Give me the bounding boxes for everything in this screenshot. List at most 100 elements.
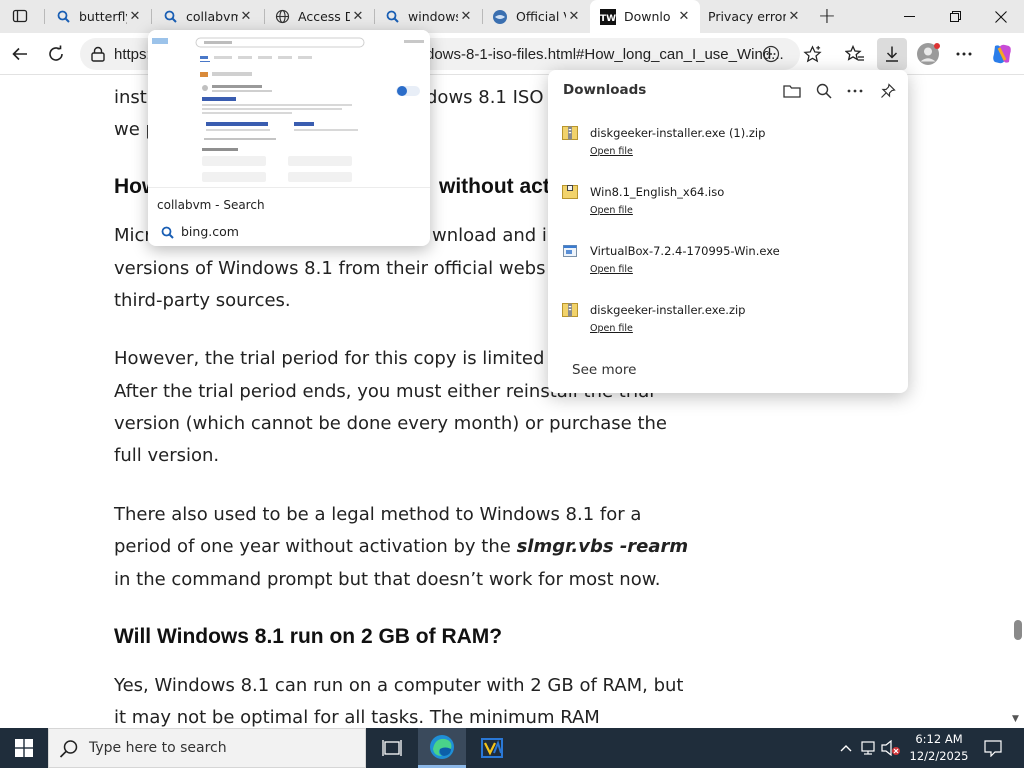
download-item[interactable]: diskgeeker-installer.exe.zip Open file [548,299,908,354]
download-item[interactable]: VirtualBox-7.2.4-170995-Win.exe Open fil… [548,240,908,295]
tab-title: Privacy error [708,9,786,24]
search-icon [59,739,79,759]
tab-title: Downlo [624,9,671,24]
search-downloads-icon[interactable] [813,80,835,102]
open-file-link[interactable]: Open file [590,205,633,216]
tab-collabvm[interactable]: collabvm ✕ [152,0,262,33]
copilot-icon[interactable] [988,40,1016,68]
search-icon [162,9,178,25]
profile-avatar[interactable] [914,40,942,68]
site-info-icon[interactable] [90,46,106,66]
new-tab-button[interactable]: + [815,4,839,29]
scroll-down-arrow-icon[interactable]: ▼ [1012,714,1019,724]
text-fragment: dows 8.1 ISO [426,87,544,108]
pin-icon[interactable] [877,80,899,102]
paragraph-line: version (which cannot be done every mont… [114,413,667,434]
globe-icon [274,9,290,25]
tab-downloads-active[interactable]: TW Downlo ✕ [590,0,700,33]
download-filename: Win8.1_English_x64.iso [590,185,725,199]
vertical-scrollbar[interactable]: ▼ [1010,75,1024,728]
downloads-title: Downloads [563,82,647,98]
search-icon [161,224,175,239]
tab-windows[interactable]: windows ✕ [374,0,482,33]
paragraph-line: full version. [114,445,220,466]
download-item[interactable]: diskgeeker-installer.exe (1).zip Open fi… [548,122,908,177]
tab-privacy-error[interactable]: Privacy error ✕ [700,0,810,33]
taskbar-search-placeholder: Type here to search [89,740,227,756]
search-icon [384,9,400,25]
text-fragment: without act [439,175,550,198]
paragraph-line: versions of Windows 8.1 from their offic… [114,258,546,279]
paragraph-line: dows 8.1 ISO [426,82,544,115]
section-heading: Will Windows 8.1 run on 2 GB of RAM? [114,625,503,648]
svg-text:TW: TW [600,14,616,24]
open-file-link[interactable]: Open file [590,146,633,157]
virtualbox-taskbar-icon[interactable] [468,728,516,768]
more-site-options-icon[interactable] [762,45,780,67]
paragraph-line: However, the trial period for this copy … [114,348,545,369]
preview-title: collabvm - Search [157,198,265,212]
downloads-button[interactable] [877,38,907,70]
clock-date: 12/2/2025 [909,749,969,763]
command-text: slmgr.vbs -rearm [516,536,689,557]
minimize-button[interactable] [886,0,932,33]
scrollbar-thumb[interactable] [1014,620,1022,640]
show-hidden-icons-chevron-icon[interactable] [836,728,856,768]
open-file-link[interactable]: Open file [590,323,633,334]
close-icon[interactable]: ✕ [676,9,692,25]
tab-actions-icon[interactable] [8,5,32,27]
more-options-icon[interactable] [844,80,866,102]
taskbar: Type here to search 6:12 AM 12/2/2025 [0,728,1024,768]
task-view-button[interactable] [368,728,416,768]
notifications-icon[interactable] [978,728,1008,768]
start-button[interactable] [0,728,48,768]
tab-title: windows [408,9,458,24]
settings-more-button[interactable] [950,40,978,68]
taskbar-search-box[interactable]: Type here to search [48,728,366,768]
download-filename: VirtualBox-7.2.4-170995-Win.exe [590,244,780,258]
paragraph-line: wnload and in [432,220,558,253]
close-icon[interactable]: ✕ [238,9,254,25]
tab-title: collabvm [186,9,238,24]
back-button[interactable] [6,40,34,68]
taskbar-clock[interactable]: 6:12 AM 12/2/2025 [900,731,978,765]
tab-hover-preview: collabvm - Search bing.com [148,30,430,246]
zip-file-icon [562,302,578,318]
download-filename: diskgeeker-installer.exe.zip [590,303,746,317]
tab-butterfly[interactable]: butterfly ✕ [45,0,151,33]
edge-taskbar-icon[interactable] [418,728,466,768]
paragraph-line: in the command prompt but that doesn’t w… [114,569,661,590]
close-icon[interactable]: ✕ [786,9,802,25]
open-downloads-folder-icon[interactable] [781,80,803,102]
close-window-button[interactable] [978,0,1024,33]
paragraph-line: period of one year without activation by… [114,531,688,564]
address-url-prefix: https: [114,46,151,63]
favorites-button[interactable] [841,40,869,68]
preview-domain: bing.com [181,224,239,239]
download-filename: diskgeeker-installer.exe (1).zip [590,126,766,140]
address-url-suffix: dows-8-1-iso-files.html#How_long_can_I_u… [426,46,784,63]
search-icon [55,9,71,25]
add-favorite-button[interactable] [798,40,826,68]
close-icon[interactable]: ✕ [127,9,143,25]
refresh-button[interactable] [42,40,70,68]
site-icon [492,9,508,25]
close-icon[interactable]: ✕ [566,9,582,25]
text-fragment: Micr [114,225,152,246]
volume-muted-icon[interactable] [880,728,902,768]
tab-title: butterfly [79,9,127,24]
open-file-link[interactable]: Open file [590,264,633,275]
network-icon[interactable] [858,728,880,768]
paragraph-line: Yes, Windows 8.1 can run on a computer w… [114,675,684,696]
close-icon[interactable]: ✕ [350,9,366,25]
download-item[interactable]: Win8.1_English_x64.iso Open file [548,181,908,236]
tab-official[interactable]: Official V ✕ [482,0,590,33]
tab-access[interactable]: Access D ✕ [264,0,374,33]
paragraph-line: Micr [114,220,152,253]
close-icon[interactable]: ✕ [458,9,474,25]
paragraph-line: There also used to be a legal method to … [114,504,642,525]
preview-thumbnail [148,30,430,188]
see-more-link[interactable]: See more [572,362,636,378]
tw-icon: TW [600,8,616,25]
restore-button[interactable] [932,0,978,33]
